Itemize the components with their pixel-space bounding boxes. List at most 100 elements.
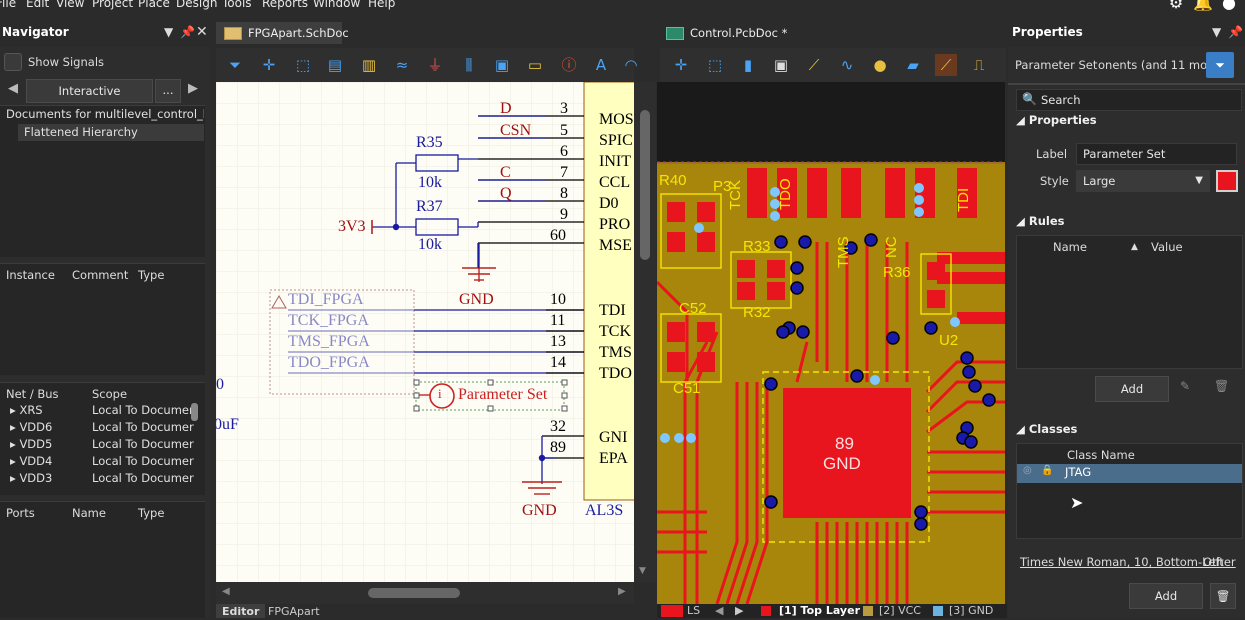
arc-icon[interactable]: ◠	[620, 54, 642, 76]
scope-col[interactable]: Scope	[92, 385, 127, 403]
menu-view[interactable]: View	[56, 0, 84, 10]
class-row[interactable]: ◎ 🔒 JTAG	[1017, 464, 1242, 483]
layer-set-label[interactable]: LS	[687, 604, 700, 618]
tab-pcb[interactable]: Control.PcbDoc *	[660, 22, 1000, 44]
vscroll-thumb[interactable]	[640, 110, 650, 260]
menu-edit[interactable]: Edit	[26, 0, 49, 10]
more-button[interactable]: ...	[155, 79, 181, 103]
dimension-icon[interactable]: ⎍	[968, 54, 990, 76]
tab-editor[interactable]: Editor	[216, 604, 266, 618]
show-signals-checkbox[interactable]	[4, 53, 22, 71]
menu-design[interactable]: Design	[176, 0, 217, 10]
sort-icon[interactable]: ▲	[1131, 238, 1138, 256]
layer-tab-top[interactable]: [1] Top Layer	[779, 604, 860, 618]
ports-col[interactable]: Ports	[6, 504, 35, 522]
gear-icon[interactable]: ⚙	[1167, 0, 1185, 12]
filter-icon[interactable]: ⏷	[224, 54, 246, 76]
user-icon[interactable]: ●	[1220, 0, 1238, 12]
net-bus-col[interactable]: Net / Bus	[6, 385, 59, 403]
instance-col[interactable]: Instance	[6, 266, 55, 284]
comment-col[interactable]: Comment	[72, 266, 128, 284]
section-properties[interactable]: ◢ Properties	[1016, 113, 1097, 127]
net-row[interactable]: ▸ VDD5	[10, 436, 52, 453]
port-icon[interactable]: ▭	[524, 54, 546, 76]
tab-fpgapart[interactable]: FPGApart	[268, 604, 320, 618]
select-area-icon[interactable]: ⬚	[704, 54, 726, 76]
menu-tools[interactable]: Tools	[222, 0, 252, 10]
menu-window[interactable]: Window	[313, 0, 360, 10]
panel-menu-icon[interactable]: ▼	[1212, 17, 1221, 47]
scroll-down-icon[interactable]: ▼	[639, 566, 646, 576]
search-input[interactable]: Search	[1016, 89, 1242, 111]
pcb-canvas[interactable]: R40 P3 TCK TDO R33 TMS NC R36 TDI C52 R3…	[657, 82, 1005, 604]
net-row[interactable]: ▸ VDD4	[10, 453, 52, 470]
wire-icon[interactable]: ≈	[391, 54, 413, 76]
bar-chart-icon[interactable]: ▮	[737, 54, 759, 76]
sheet-symbol-icon[interactable]: ▣	[491, 54, 513, 76]
route-icon[interactable]: ⟋	[803, 54, 825, 76]
bell-icon[interactable]: 🔔	[1193, 0, 1213, 12]
pin-icon[interactable]: 📌	[1228, 17, 1243, 47]
select-area-icon[interactable]: ⬚	[292, 54, 314, 76]
layer-tab-vcc[interactable]: [2] VCC	[879, 604, 921, 618]
line-icon[interactable]: ⟋	[935, 54, 957, 76]
label-input[interactable]: Parameter Set	[1076, 143, 1237, 165]
schematic-vscroll[interactable]: ▼	[634, 82, 656, 582]
filter-button[interactable]: ⏷	[1206, 52, 1234, 78]
color-swatch[interactable]	[1216, 170, 1238, 192]
power-port-icon[interactable]: ⏚	[424, 54, 446, 76]
parameter-set-label[interactable]: Parameter Set	[458, 386, 547, 404]
port-name-col[interactable]: Name	[72, 504, 106, 522]
tab-schematic[interactable]: FPGApart.SchDoc	[216, 22, 349, 44]
back-arrow-icon[interactable]: ◀	[8, 81, 18, 96]
align-icon[interactable]: ▤	[324, 54, 346, 76]
font-link[interactable]: Times New Roman, 10, Bottom-Left	[1020, 555, 1224, 569]
rules-add-button[interactable]: Add	[1095, 376, 1169, 402]
forward-arrow-icon[interactable]: ▶	[188, 81, 198, 96]
rules-value-col[interactable]: Value	[1151, 238, 1183, 256]
schematic-hscroll[interactable]: ◀ ▶	[216, 582, 634, 604]
edit-icon[interactable]: ✎	[1180, 379, 1190, 393]
panel-menu-icon[interactable]: ▼	[164, 17, 173, 47]
type-col[interactable]: Type	[138, 266, 164, 284]
move-icon[interactable]: ✛	[258, 54, 280, 76]
menu-reports[interactable]: Reports	[262, 0, 308, 10]
delete-icon[interactable]: 🗑	[1214, 379, 1229, 393]
scroll-left-icon[interactable]: ◀	[222, 586, 230, 597]
layer-tab-gnd[interactable]: [3] GND	[949, 604, 993, 618]
menu-project[interactable]: Project	[92, 0, 133, 10]
current-layer-swatch[interactable]	[661, 605, 683, 617]
menu-help[interactable]: Help	[368, 0, 395, 10]
net-row[interactable]: ▸ VDD6	[10, 419, 52, 436]
bus-icon[interactable]: ⫼	[458, 54, 480, 76]
section-classes[interactable]: ◢ Classes	[1016, 422, 1077, 436]
classes-add-button[interactable]: Add	[1129, 583, 1203, 609]
eye-icon[interactable]: ◎	[1023, 465, 1032, 476]
layer-next-icon[interactable]: ▶	[735, 604, 743, 618]
close-icon[interactable]: ✕	[196, 17, 208, 47]
pin-icon[interactable]: 📌	[180, 17, 195, 47]
diff-pair-icon[interactable]: ∿	[836, 54, 858, 76]
port-type-col[interactable]: Type	[138, 504, 164, 522]
style-select[interactable]: Large ▼	[1076, 170, 1210, 192]
section-rules[interactable]: ◢ Rules	[1016, 214, 1065, 228]
hscroll-thumb[interactable]	[368, 588, 460, 598]
menu-place[interactable]: Place	[138, 0, 170, 10]
net-row[interactable]: ▸ XRS	[10, 402, 43, 419]
lock-icon[interactable]: 🔒	[1041, 465, 1053, 476]
directive-icon[interactable]: ⓘ	[558, 54, 580, 76]
schematic-canvas[interactable]: D CSN C Q 3 5 6 7 8 9 60 MOS SPIC INIT C…	[216, 82, 634, 582]
layer-prev-icon[interactable]: ◀	[715, 604, 723, 618]
flattened-hierarchy-item[interactable]: Flattened Hierarchy	[18, 124, 204, 141]
class-name-col[interactable]: Class Name	[1067, 446, 1135, 464]
via-icon[interactable]: ●	[869, 54, 891, 76]
net-row[interactable]: ▸ VDD3	[10, 470, 52, 487]
text-icon[interactable]: A	[590, 54, 612, 76]
component-icon[interactable]: ▥	[358, 54, 380, 76]
menu-file[interactable]: File	[0, 0, 16, 10]
delete-icon[interactable]: 🗑	[1210, 583, 1236, 609]
net-scrollbar[interactable]	[191, 403, 198, 421]
move-icon[interactable]: ✛	[670, 54, 692, 76]
interactive-navigation-button[interactable]: Interactive Navigation	[26, 79, 153, 120]
chip-icon[interactable]: ▣	[770, 54, 792, 76]
